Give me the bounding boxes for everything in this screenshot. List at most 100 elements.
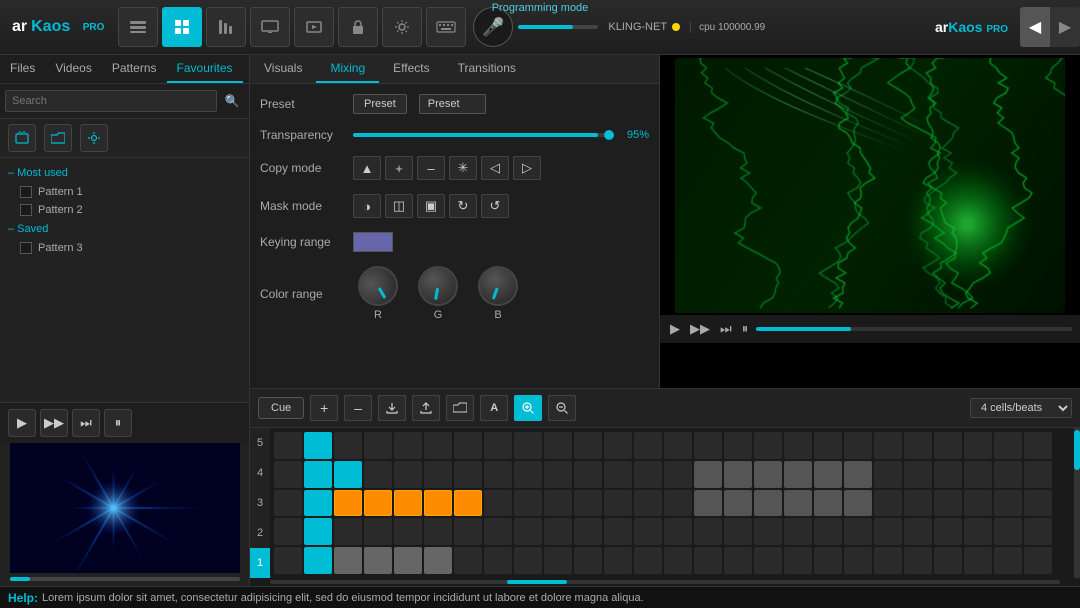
seq-cell[interactable] xyxy=(844,490,872,517)
scrollbar-right[interactable] xyxy=(1074,428,1080,578)
knob-g[interactable] xyxy=(415,263,461,309)
seq-cell[interactable] xyxy=(394,461,422,488)
seq-cell[interactable] xyxy=(724,547,752,574)
seq-cell[interactable] xyxy=(1024,432,1052,459)
seq-cell[interactable] xyxy=(754,547,782,574)
seq-text-btn[interactable]: A xyxy=(480,395,508,421)
seq-cell[interactable] xyxy=(934,461,962,488)
seq-cell[interactable] xyxy=(874,432,902,459)
seq-cell[interactable] xyxy=(484,461,512,488)
seq-cell[interactable] xyxy=(634,547,662,574)
tab-files[interactable]: Files xyxy=(0,55,45,83)
seq-cell[interactable] xyxy=(754,432,782,459)
seq-cell[interactable] xyxy=(784,547,812,574)
vid-play-btn[interactable]: ▶ xyxy=(668,319,682,339)
mask-btn-full[interactable]: ▣ xyxy=(417,194,445,218)
copy-btn-triangle[interactable]: ▲ xyxy=(353,156,381,180)
seq-cell[interactable] xyxy=(574,518,602,545)
seq-cell[interactable] xyxy=(844,547,872,574)
seq-add-btn[interactable]: + xyxy=(310,395,338,421)
vid-pause-btn[interactable]: ⏸ xyxy=(740,319,751,339)
seq-cell[interactable] xyxy=(1024,547,1052,574)
seq-cell[interactable] xyxy=(514,547,542,574)
seq-cell[interactable] xyxy=(784,432,812,459)
seq-cell[interactable] xyxy=(994,547,1022,574)
seq-cell[interactable] xyxy=(574,547,602,574)
seq-cell[interactable] xyxy=(544,461,572,488)
seq-cell[interactable] xyxy=(304,518,332,545)
cue-button[interactable]: Cue xyxy=(258,397,304,419)
seq-cell[interactable] xyxy=(934,432,962,459)
nav-next-button[interactable]: ▶ xyxy=(1050,7,1080,47)
seq-cell[interactable] xyxy=(334,547,362,574)
seq-cell[interactable] xyxy=(964,547,992,574)
seq-cell[interactable] xyxy=(424,432,452,459)
icon-keyboard-btn[interactable] xyxy=(426,7,466,47)
row-label-2[interactable]: 2 xyxy=(250,518,270,548)
seq-cell[interactable] xyxy=(664,490,692,517)
seq-cell[interactable] xyxy=(424,547,452,574)
mask-btn-half[interactable]: ◑ xyxy=(353,194,381,218)
seq-cell[interactable] xyxy=(964,432,992,459)
horizontal-scrollbar[interactable] xyxy=(270,580,1060,584)
icon-add-btn[interactable] xyxy=(8,124,36,152)
copy-btn-star[interactable]: ✳ xyxy=(449,156,477,180)
icon-settings-btn[interactable] xyxy=(382,7,422,47)
seq-cell[interactable] xyxy=(604,518,632,545)
seq-cell[interactable] xyxy=(394,547,422,574)
seq-cell[interactable] xyxy=(334,432,362,459)
seq-cell[interactable] xyxy=(604,490,632,517)
seq-cell[interactable] xyxy=(874,490,902,517)
seq-cell[interactable] xyxy=(814,432,842,459)
seq-cell[interactable] xyxy=(904,518,932,545)
search-icon[interactable]: 🔍 xyxy=(220,89,244,113)
seq-cell[interactable] xyxy=(274,432,302,459)
vid-progress-bar[interactable] xyxy=(756,327,1072,331)
group-most-used[interactable]: – Most used xyxy=(0,163,249,183)
seq-cell[interactable] xyxy=(784,490,812,517)
seq-cell[interactable] xyxy=(904,432,932,459)
seq-cell[interactable] xyxy=(334,518,362,545)
icon-folder-btn[interactable] xyxy=(44,124,72,152)
ctrl-next-btn[interactable]: ⏭ xyxy=(72,409,100,437)
seq-cell[interactable] xyxy=(994,490,1022,517)
icon-slideshow-btn[interactable] xyxy=(294,7,334,47)
seq-cell[interactable] xyxy=(844,518,872,545)
seq-cell[interactable] xyxy=(844,432,872,459)
seq-cell[interactable] xyxy=(274,461,302,488)
seq-cell[interactable] xyxy=(904,547,932,574)
seq-cell[interactable] xyxy=(754,490,782,517)
seq-cell[interactable] xyxy=(1024,518,1052,545)
seq-cell[interactable] xyxy=(664,461,692,488)
seq-cell[interactable] xyxy=(784,461,812,488)
tab-videos[interactable]: Videos xyxy=(45,55,101,83)
seq-cell[interactable] xyxy=(724,518,752,545)
tab-visuals[interactable]: Visuals xyxy=(250,55,316,83)
seq-import-btn[interactable] xyxy=(378,395,406,421)
seq-cell[interactable] xyxy=(574,490,602,517)
row-label-3[interactable]: 3 xyxy=(250,488,270,518)
seq-cell[interactable] xyxy=(874,547,902,574)
seq-cell[interactable] xyxy=(814,461,842,488)
seq-cell[interactable] xyxy=(274,518,302,545)
ctrl-play-btn[interactable]: ▶ xyxy=(8,409,36,437)
seq-cell[interactable] xyxy=(454,432,482,459)
seq-cell[interactable] xyxy=(754,518,782,545)
ctrl-pause-btn[interactable]: ⏸ xyxy=(104,409,132,437)
seq-cell[interactable] xyxy=(814,547,842,574)
seq-cell[interactable] xyxy=(934,490,962,517)
icon-display-btn[interactable] xyxy=(250,7,290,47)
seq-cell[interactable] xyxy=(994,432,1022,459)
seq-cell[interactable] xyxy=(424,461,452,488)
seq-cell[interactable] xyxy=(814,490,842,517)
preset-button[interactable]: Preset xyxy=(353,94,407,114)
transparency-slider[interactable] xyxy=(353,133,611,137)
seq-cell[interactable] xyxy=(364,547,392,574)
seq-folder-btn[interactable] xyxy=(446,395,474,421)
search-input[interactable] xyxy=(5,90,217,112)
seq-cell[interactable] xyxy=(964,518,992,545)
icon-lock-btn[interactable] xyxy=(338,7,378,47)
seq-zoom-in-btn[interactable] xyxy=(514,395,542,421)
seq-cell[interactable] xyxy=(274,547,302,574)
seq-cell[interactable] xyxy=(904,490,932,517)
